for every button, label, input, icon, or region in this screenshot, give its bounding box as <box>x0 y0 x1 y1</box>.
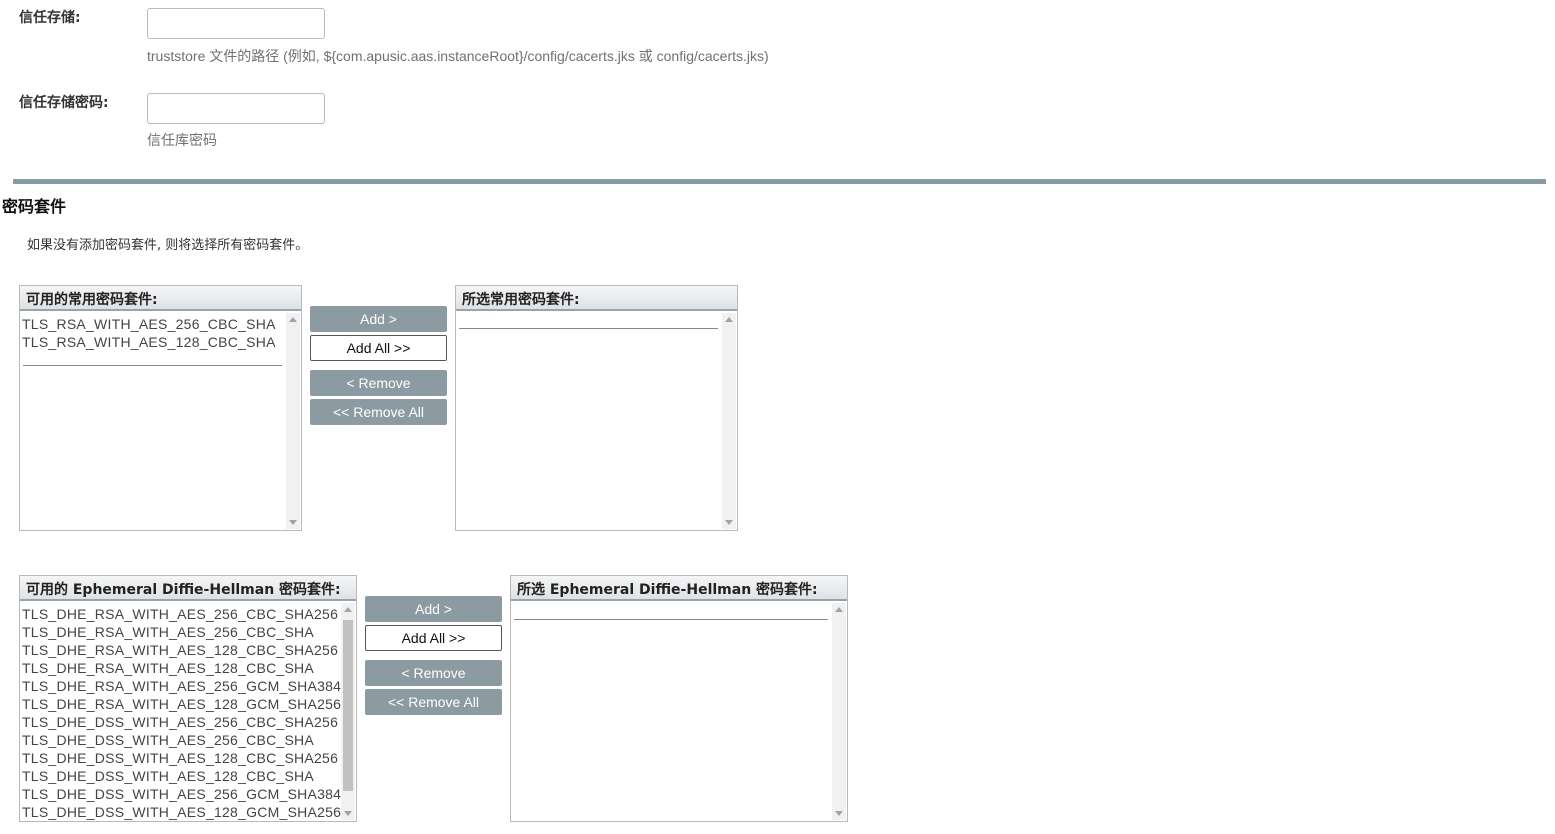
list-item[interactable]: TLS_DHE_DSS_WITH_AES_128_GCM_SHA256 <box>22 803 341 821</box>
list-item[interactable]: TLS_DHE_RSA_WITH_AES_256_GCM_SHA384 <box>22 677 341 695</box>
common-selected-header: 所选常用密码套件: <box>456 286 737 311</box>
list-item[interactable]: TLS_RSA_WITH_AES_256_CBC_SHA <box>22 315 276 333</box>
common-available-listbox[interactable]: 可用的常用密码套件: TLS_RSA_WITH_AES_256_CBC_SHA … <box>19 285 302 531</box>
scrollbar[interactable] <box>341 603 355 820</box>
dh-available-listbox[interactable]: 可用的 Ephemeral Diffie-Hellman 密码套件: TLS_D… <box>19 575 357 822</box>
common-add-button[interactable]: Add > <box>310 306 447 332</box>
cipher-suites-title: 密码套件 <box>2 197 67 216</box>
scroll-up-arrow-icon[interactable] <box>289 317 297 322</box>
common-remove-all-button[interactable]: << Remove All <box>310 399 447 425</box>
list-item[interactable]: TLS_DHE_RSA_WITH_AES_256_CBC_SHA <box>22 623 341 641</box>
truststore-password-help: 信任库密码 <box>147 132 217 148</box>
common-selected-listbox[interactable]: 所选常用密码套件: <box>455 285 738 531</box>
list-item[interactable]: TLS_DHE_DSS_WITH_AES_256_CBC_SHA256 <box>22 713 341 731</box>
scrollbar[interactable] <box>722 313 736 529</box>
list-item[interactable]: TLS_DHE_DSS_WITH_AES_256_GCM_SHA384 <box>22 785 341 803</box>
truststore-password-input[interactable] <box>147 93 325 124</box>
common-available-list[interactable]: TLS_RSA_WITH_AES_256_CBC_SHA TLS_RSA_WIT… <box>22 315 276 351</box>
scroll-down-arrow-icon[interactable] <box>725 520 733 525</box>
dh-remove-all-button[interactable]: << Remove All <box>365 689 502 715</box>
cipher-suites-note: 如果没有添加密码套件, 则将选择所有密码套件。 <box>27 238 309 253</box>
scroll-down-arrow-icon[interactable] <box>344 811 352 816</box>
list-item[interactable]: TLS_RSA_WITH_AES_128_CBC_SHA <box>22 333 276 351</box>
list-separator <box>514 619 828 620</box>
truststore-input[interactable] <box>147 8 325 39</box>
common-add-all-button[interactable]: Add All >> <box>310 335 447 361</box>
common-remove-button[interactable]: < Remove <box>310 370 447 396</box>
list-separator <box>459 328 718 329</box>
dh-available-header: 可用的 Ephemeral Diffie-Hellman 密码套件: <box>20 576 356 601</box>
common-available-header: 可用的常用密码套件: <box>20 286 301 311</box>
dh-add-button[interactable]: Add > <box>365 596 502 622</box>
scroll-down-arrow-icon[interactable] <box>289 520 297 525</box>
scroll-up-arrow-icon[interactable] <box>725 317 733 322</box>
dh-selected-listbox[interactable]: 所选 Ephemeral Diffie-Hellman 密码套件: <box>510 575 848 822</box>
scroll-down-arrow-icon[interactable] <box>835 811 843 816</box>
scroll-up-arrow-icon[interactable] <box>835 607 843 612</box>
scrollbar[interactable] <box>832 603 846 820</box>
list-separator <box>23 365 282 366</box>
dh-add-all-button[interactable]: Add All >> <box>365 625 502 651</box>
list-item[interactable]: TLS_DHE_RSA_WITH_AES_128_CBC_SHA <box>22 659 341 677</box>
scroll-up-arrow-icon[interactable] <box>344 607 352 612</box>
truststore-password-label: 信任存储密码: <box>19 95 109 111</box>
list-item[interactable]: TLS_DHE_DSS_WITH_AES_128_CBC_SHA256 <box>22 749 341 767</box>
list-item[interactable]: TLS_DHE_RSA_WITH_AES_128_GCM_SHA256 <box>22 695 341 713</box>
list-item[interactable]: TLS_DHE_DSS_WITH_AES_256_CBC_SHA <box>22 731 341 749</box>
list-item[interactable]: TLS_DHE_RSA_WITH_AES_256_CBC_SHA256 <box>22 605 341 623</box>
truststore-help: truststore 文件的路径 (例如, ${com.apusic.aas.i… <box>147 48 769 64</box>
scrollbar[interactable] <box>286 313 300 529</box>
list-item[interactable]: TLS_DHE_DSS_WITH_AES_128_CBC_SHA <box>22 767 341 785</box>
dh-available-list[interactable]: TLS_DHE_RSA_WITH_AES_256_CBC_SHA256 TLS_… <box>22 605 341 821</box>
dh-remove-button[interactable]: < Remove <box>365 660 502 686</box>
list-item[interactable]: TLS_DHE_RSA_WITH_AES_128_CBC_SHA256 <box>22 641 341 659</box>
scrollbar-thumb[interactable] <box>343 620 353 791</box>
section-divider <box>13 179 1546 184</box>
truststore-label: 信任存储: <box>19 10 81 26</box>
dh-selected-header: 所选 Ephemeral Diffie-Hellman 密码套件: <box>511 576 847 601</box>
